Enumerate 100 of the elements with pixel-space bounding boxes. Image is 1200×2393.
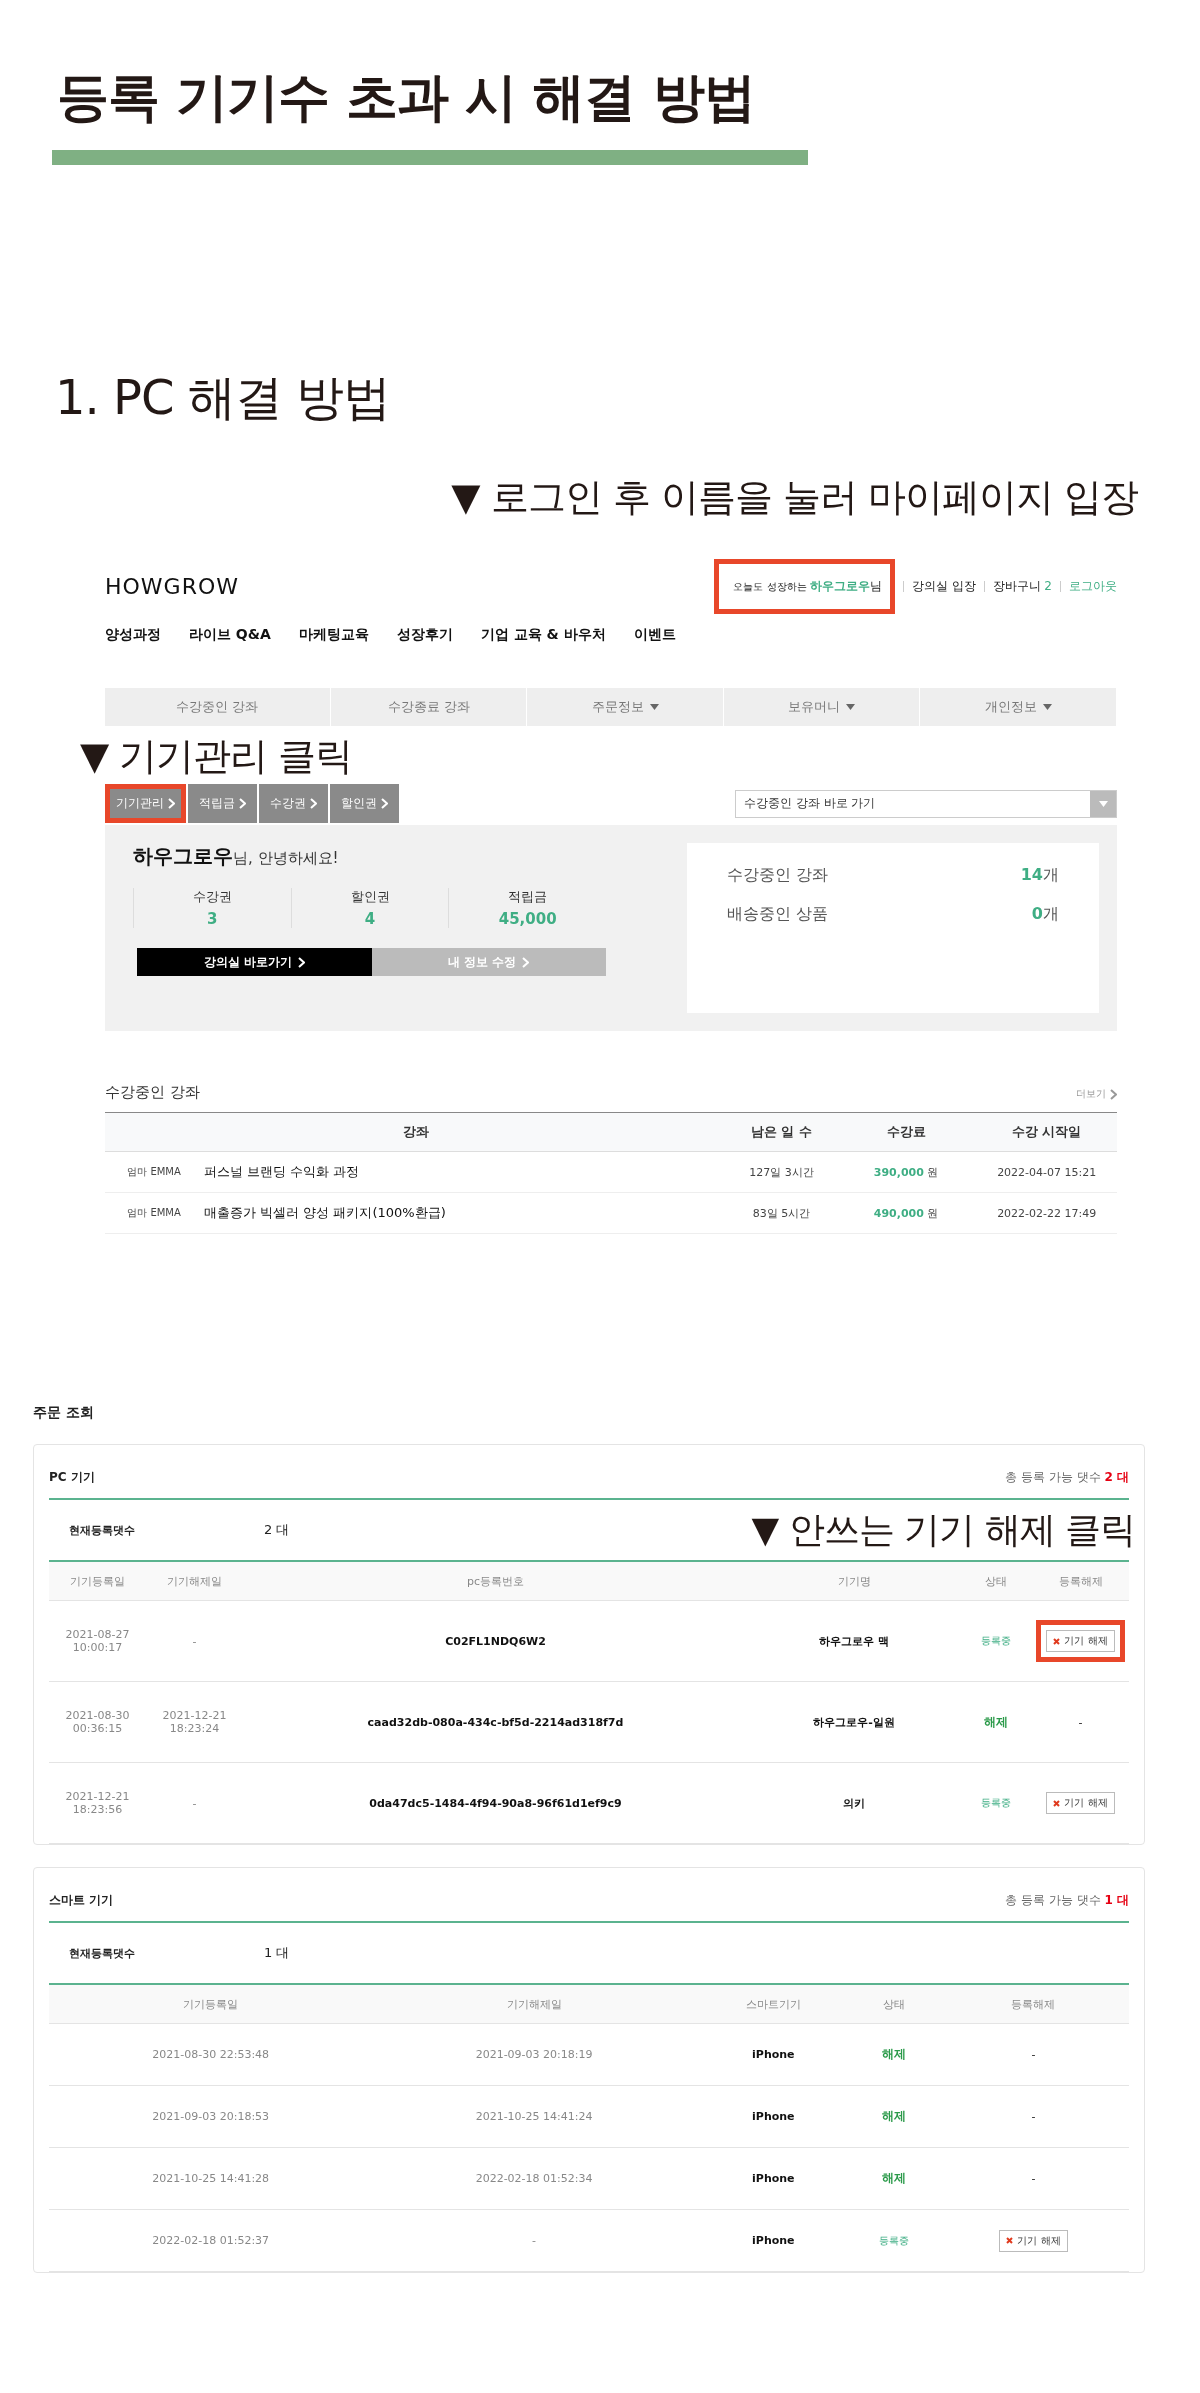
table-cell: 2022-02-22 17:49 [976,1192,1117,1234]
column-header: 등록해제 [1032,1562,1129,1601]
table-cell: 2021-09-03 20:18:53 [49,2085,373,2148]
chevron-icon [310,798,317,809]
table-cell: iPhone [695,2147,851,2210]
nav-link[interactable]: 성장후기 [396,626,453,644]
instruction-note: ▼ 기기관리 클릭 [79,733,354,780]
status-text: 등록중 [981,1635,1011,1646]
close-icon [1006,2237,1014,2244]
summary-label: 배송중인 상품 [727,904,829,925]
release-button[interactable]: 기기 해제 [999,2229,1068,2252]
table-cell: - [1078,1715,1083,1729]
chevron-icon [239,798,246,809]
stat-value: 45,000 [497,910,558,928]
column-header: 기기등록일 [49,1985,373,2024]
chevron-icon [381,798,388,809]
table-cell[interactable]: 퍼스널 브랜딩 수익화 과정 [203,1151,728,1193]
nav-link[interactable]: 이벤트 [633,626,676,644]
stat-label: 수강권 [191,888,233,906]
column-header: 기기명 [748,1562,960,1601]
count-label: 현재등록댓수 [68,1522,136,1538]
section-heading: 1. PC 해결 방법 [54,368,392,427]
table-cell: 127일 3시간 [727,1151,836,1193]
table-cell: 하우그로우-일원 [748,1681,960,1763]
mypage-tab[interactable]: 주문정보 [527,688,724,726]
table-cell: - [1031,2110,1036,2123]
table-cell: - [1031,2172,1036,2185]
table-cell: iPhone [695,2023,851,2086]
release-button[interactable]: 기기 해제 [1046,1792,1115,1814]
table-cell: 2021-10-25 14:41:24 [372,2085,696,2148]
column-header: 강좌 [105,1112,728,1152]
caret-icon [1098,800,1108,807]
table-cell: 2021-12-21 18:23:24 [146,1681,243,1763]
nav-link[interactable]: 양성과정 [105,626,161,644]
chevron-icon [522,956,530,968]
table-cell: 2021-12-21 18:23:56 [49,1762,146,1844]
greeting-text: 하우그로우님, 안녕하세요! [133,843,340,870]
table-cell: 490,000 원 [835,1192,977,1234]
count-label: 현재등록댓수 [68,1945,136,1961]
close-icon [1053,1799,1061,1807]
table-cell: - [146,1600,243,1682]
greeting-link[interactable]: 오늘도 성장하는 하우그로우님 [714,558,895,614]
stat-label: 할인권 [349,888,391,906]
nav-link[interactable]: 마케팅교육 [298,626,369,644]
status-text: 등록중 [879,2234,910,2246]
table-cell: 2021-08-30 00:36:15 [49,1681,146,1763]
mypage-tab[interactable]: 보유머니 [723,688,921,726]
table-cell: caad32db-080a-434c-bf5d-2214ad318f7d [243,1681,748,1763]
column-header: 기기해제일 [372,1985,696,2024]
table-cell: 2022-02-18 01:52:34 [372,2147,696,2210]
summary-value: 0개 [1031,904,1059,925]
column-header: 상태 [850,1985,938,2024]
mypage-tab[interactable]: 수강중인 강좌 [105,688,331,726]
table-cell: 0da47dc5-1484-4f94-90a8-96f61d1ef9c9 [243,1762,748,1844]
nav-link[interactable]: 라이브 Q&A [189,626,271,644]
instruction-note: ▼ 안쓰는 기기 해제 클릭 [751,1508,1135,1552]
chevron-icon [297,956,305,968]
release-button[interactable]: 기기 해제 [1046,1630,1115,1652]
column-header: 상태 [960,1562,1032,1601]
capacity-text: 총 등록 가능 댓수 1 대 [1005,1892,1129,1909]
table-cell: 390,000 원 [835,1151,977,1193]
column-header: 남은 일 수 [727,1112,836,1152]
capacity-text: 총 등록 가능 댓수 2 대 [1005,1469,1129,1486]
top-link[interactable]: 장바구니 2 [992,577,1052,595]
stat-label: 적립금 [507,888,549,906]
summary-label: 수강중인 강좌 [727,865,829,886]
status-text: 해제 [882,2047,907,2061]
column-header: 수강료 [835,1112,977,1152]
table-cell: 2021-10-25 14:41:28 [49,2147,373,2210]
table-cell: C02FL1NDQ6W2 [243,1600,748,1682]
table-cell: 하우그로우 맥 [748,1600,960,1682]
column-header: 스마트기기 [695,1985,851,2024]
site-logo: HOWGROW [105,573,239,599]
chevron-icon [1110,1088,1117,1100]
table-cell: 2021-08-30 22:53:48 [49,2023,373,2086]
table-cell: - [1031,2048,1036,2061]
status-text: 해제 [882,2109,907,2123]
table-cell: 2022-04-07 15:21 [976,1151,1117,1193]
mypage-tab[interactable]: 수강종료 강좌 [330,688,528,726]
profile-button[interactable]: 강의실 바로가기 [137,948,372,976]
top-link[interactable]: 강의실 입장 [911,577,976,595]
table-cell: 2022-02-18 01:52:37 [49,2209,373,2272]
table-cell: 2021-08-27 10:00:17 [49,1600,146,1682]
table-cell[interactable]: 매출증가 빅셀러 양성 패키지(100%환급) [203,1192,728,1234]
column-header: 기기등록일 [49,1562,146,1601]
section-title: 수강중인 강좌 [105,1083,200,1102]
table-cell: 2021-09-03 20:18:19 [372,2023,696,2086]
stat-value: 4 [363,910,377,928]
chevron-icon [168,798,175,809]
count-value: 1 대 [264,1944,291,1962]
column-header: 등록해제 [937,1985,1129,2024]
jump-select[interactable]: 수강중인 강좌 바로 가기 [735,789,1117,818]
status-text: 해제 [984,1714,1008,1729]
table-cell: 83일 5시간 [727,1192,836,1234]
table-cell: iPhone [695,2085,851,2148]
table-cell: 의키 [748,1762,960,1844]
nav-link[interactable]: 기업 교육 & 바우처 [480,626,606,644]
column-header: 기기해제일 [146,1562,243,1601]
mypage-tab[interactable]: 개인정보 [920,688,1117,726]
stat-value: 3 [206,910,219,928]
